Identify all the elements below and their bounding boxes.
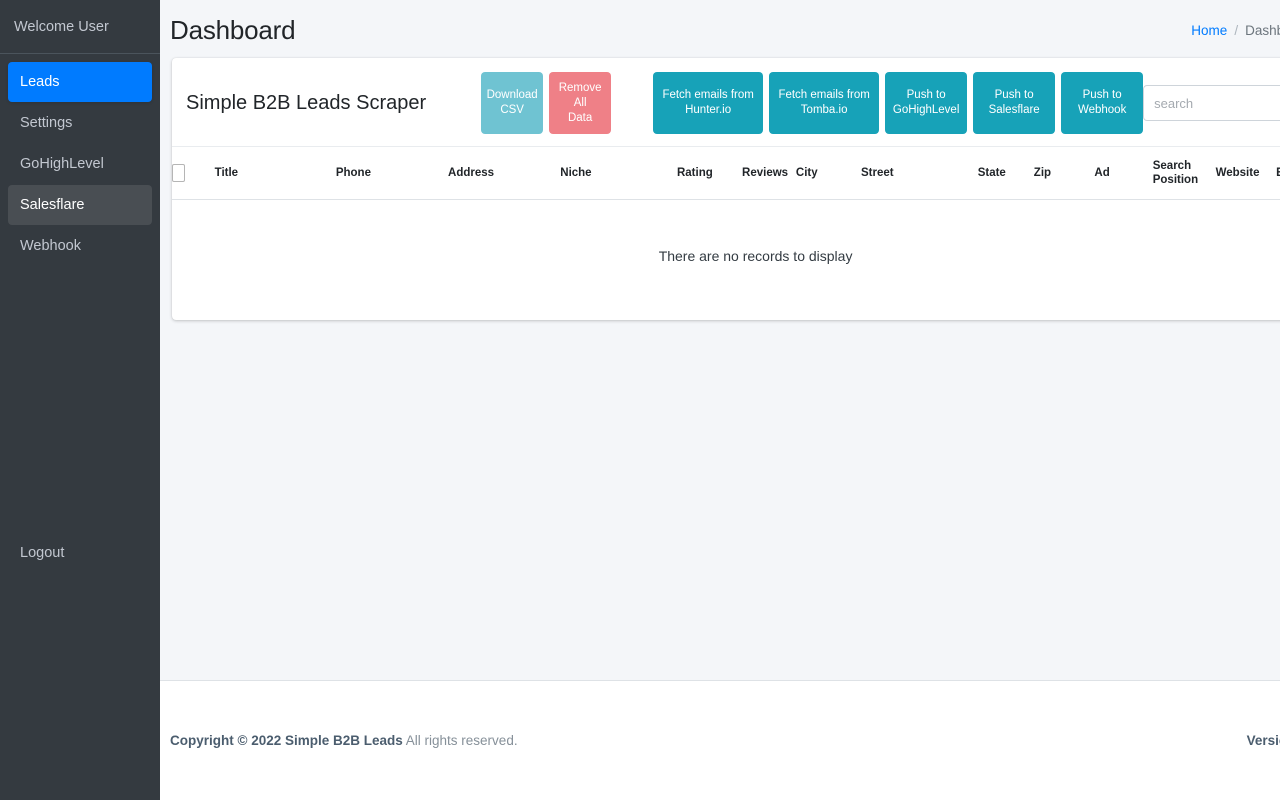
push-gohighlevel-button[interactable]: Push to GoHighLevel (885, 72, 968, 134)
th-search-position[interactable]: Search Position (1153, 147, 1216, 200)
push-salesflare-button[interactable]: Push to Salesflare (973, 72, 1056, 134)
footer-version: Version 1.0.0 (1247, 733, 1280, 748)
sidebar-item-settings[interactable]: Settings (8, 103, 152, 143)
sidebar-item-gohighlevel[interactable]: GoHighLevel (8, 144, 152, 184)
th-email[interactable]: Email (1276, 147, 1280, 200)
app-root: Welcome User Leads Settings GoHighLevel … (0, 0, 1280, 800)
table-header-row: Title Phone Address Niche Rating Reviews… (172, 146, 1280, 200)
main-footer: Copyright © 2022 Simple B2B Leads All ri… (160, 680, 1280, 800)
footer-copyright-strong: Copyright © 2022 Simple B2B Leads (170, 733, 403, 748)
leads-table-body: There are no records to display (172, 200, 1280, 321)
th-select-all (172, 147, 215, 200)
footer-copyright: Copyright © 2022 Simple B2B Leads All ri… (170, 733, 518, 748)
footer-copyright-rest: All rights reserved. (405, 733, 518, 748)
push-gohighlevel-label-line2: GoHighLevel (892, 104, 960, 116)
search-container: X (1143, 85, 1280, 121)
push-webhook-button[interactable]: Push to Webhook (1061, 72, 1144, 134)
sidebar-item-label-webhook: Webhook (20, 238, 81, 254)
sidebar-item-label-settings: Settings (20, 115, 73, 131)
sidebar-item-leads[interactable]: Leads (8, 62, 152, 102)
th-ad[interactable]: Ad (1094, 147, 1152, 200)
leads-table: Title Phone Address Niche Rating Reviews… (172, 146, 1280, 320)
push-webhook-label-line1: Push to (1082, 89, 1122, 101)
card-action-buttons-secondary: Fetch emails from Hunter.io Fetch emails… (653, 72, 1144, 134)
card-title: Simple B2B Leads Scraper (186, 92, 427, 114)
th-search-position-line1: Search (1152, 160, 1192, 172)
content-header: Dashboard Home / Dashboard v1 (160, 0, 1280, 58)
push-webhook-label-line2: Webhook (1077, 104, 1127, 116)
th-website[interactable]: Website (1216, 147, 1277, 200)
breadcrumb-current: Dashboard v1 (1245, 22, 1280, 38)
download-csv-label-line2: CSV (500, 104, 524, 116)
content-wrapper: Dashboard Home / Dashboard v1 Simple B2B… (160, 0, 1280, 800)
sidebar-item-label-gohighlevel: GoHighLevel (20, 156, 104, 172)
download-csv-label-line1: Download (486, 89, 538, 101)
fetch-tomba-label-line1: Fetch emails from (778, 89, 870, 101)
page-title: Dashboard (170, 15, 296, 45)
leads-table-head: Title Phone Address Niche Rating Reviews… (172, 146, 1280, 200)
push-salesflare-label-line1: Push to (994, 89, 1034, 101)
empty-state-row: There are no records to display (172, 200, 1280, 321)
sidebar-item-label-logout: Logout (20, 545, 65, 561)
fetch-emails-tomba-button[interactable]: Fetch emails from Tomba.io (769, 72, 880, 134)
breadcrumb: Home / Dashboard v1 (1191, 23, 1280, 38)
remove-all-data-button[interactable]: Remove All Data (549, 72, 612, 134)
leads-card: Simple B2B Leads Scraper Download CSV Re… (172, 58, 1280, 320)
th-city[interactable]: City (796, 147, 861, 200)
sidebar-item-label-leads: Leads (20, 74, 60, 90)
push-salesflare-label-line2: Salesflare (988, 104, 1040, 116)
th-phone[interactable]: Phone (336, 147, 448, 200)
download-csv-button[interactable]: Download CSV (481, 72, 544, 134)
breadcrumb-separator: / (1234, 22, 1239, 38)
empty-state-message: There are no records to display (658, 248, 853, 264)
search-input[interactable] (1143, 85, 1280, 121)
th-search-position-line2: Position (1152, 174, 1199, 186)
breadcrumb-home-link[interactable]: Home (1191, 23, 1227, 38)
sidebar-item-salesflare[interactable]: Salesflare (8, 185, 152, 225)
remove-all-data-label-line2: Data (567, 111, 593, 124)
fetch-emails-hunter-button[interactable]: Fetch emails from Hunter.io (653, 72, 764, 134)
th-state[interactable]: State (978, 147, 1034, 200)
card-area: Simple B2B Leads Scraper Download CSV Re… (160, 58, 1280, 320)
select-all-checkbox[interactable] (172, 164, 185, 182)
fetch-hunter-label-line2: Hunter.io (685, 104, 732, 116)
fetch-tomba-label-line2: Tomba.io (800, 104, 848, 116)
sidebar-item-webhook[interactable]: Webhook (8, 226, 152, 266)
th-title[interactable]: Title (215, 147, 336, 200)
th-zip[interactable]: Zip (1034, 147, 1095, 200)
card-header: Simple B2B Leads Scraper Download CSV Re… (172, 58, 1280, 146)
sidebar-item-logout[interactable]: Logout (8, 533, 152, 573)
sidebar: Welcome User Leads Settings GoHighLevel … (0, 0, 160, 800)
footer-version-label: Version (1246, 733, 1280, 748)
th-street[interactable]: Street (861, 147, 978, 200)
push-gohighlevel-label-line1: Push to (906, 89, 946, 101)
leads-table-container: Title Phone Address Niche Rating Reviews… (172, 146, 1280, 320)
th-niche[interactable]: Niche (560, 147, 677, 200)
sidebar-item-label-salesflare: Salesflare (20, 197, 85, 213)
remove-all-data-label-line1: Remove All (558, 81, 602, 109)
card-action-buttons-primary: Download CSV Remove All Data (481, 72, 612, 134)
th-rating[interactable]: Rating (677, 147, 742, 200)
th-address[interactable]: Address (448, 147, 560, 200)
welcome-user-label: Welcome User (14, 18, 109, 35)
th-reviews[interactable]: Reviews (742, 147, 796, 200)
sidebar-nav: Leads Settings GoHighLevel Salesflare We… (0, 54, 160, 266)
sidebar-brand: Welcome User (0, 0, 160, 54)
fetch-hunter-label-line1: Fetch emails from (662, 89, 754, 101)
